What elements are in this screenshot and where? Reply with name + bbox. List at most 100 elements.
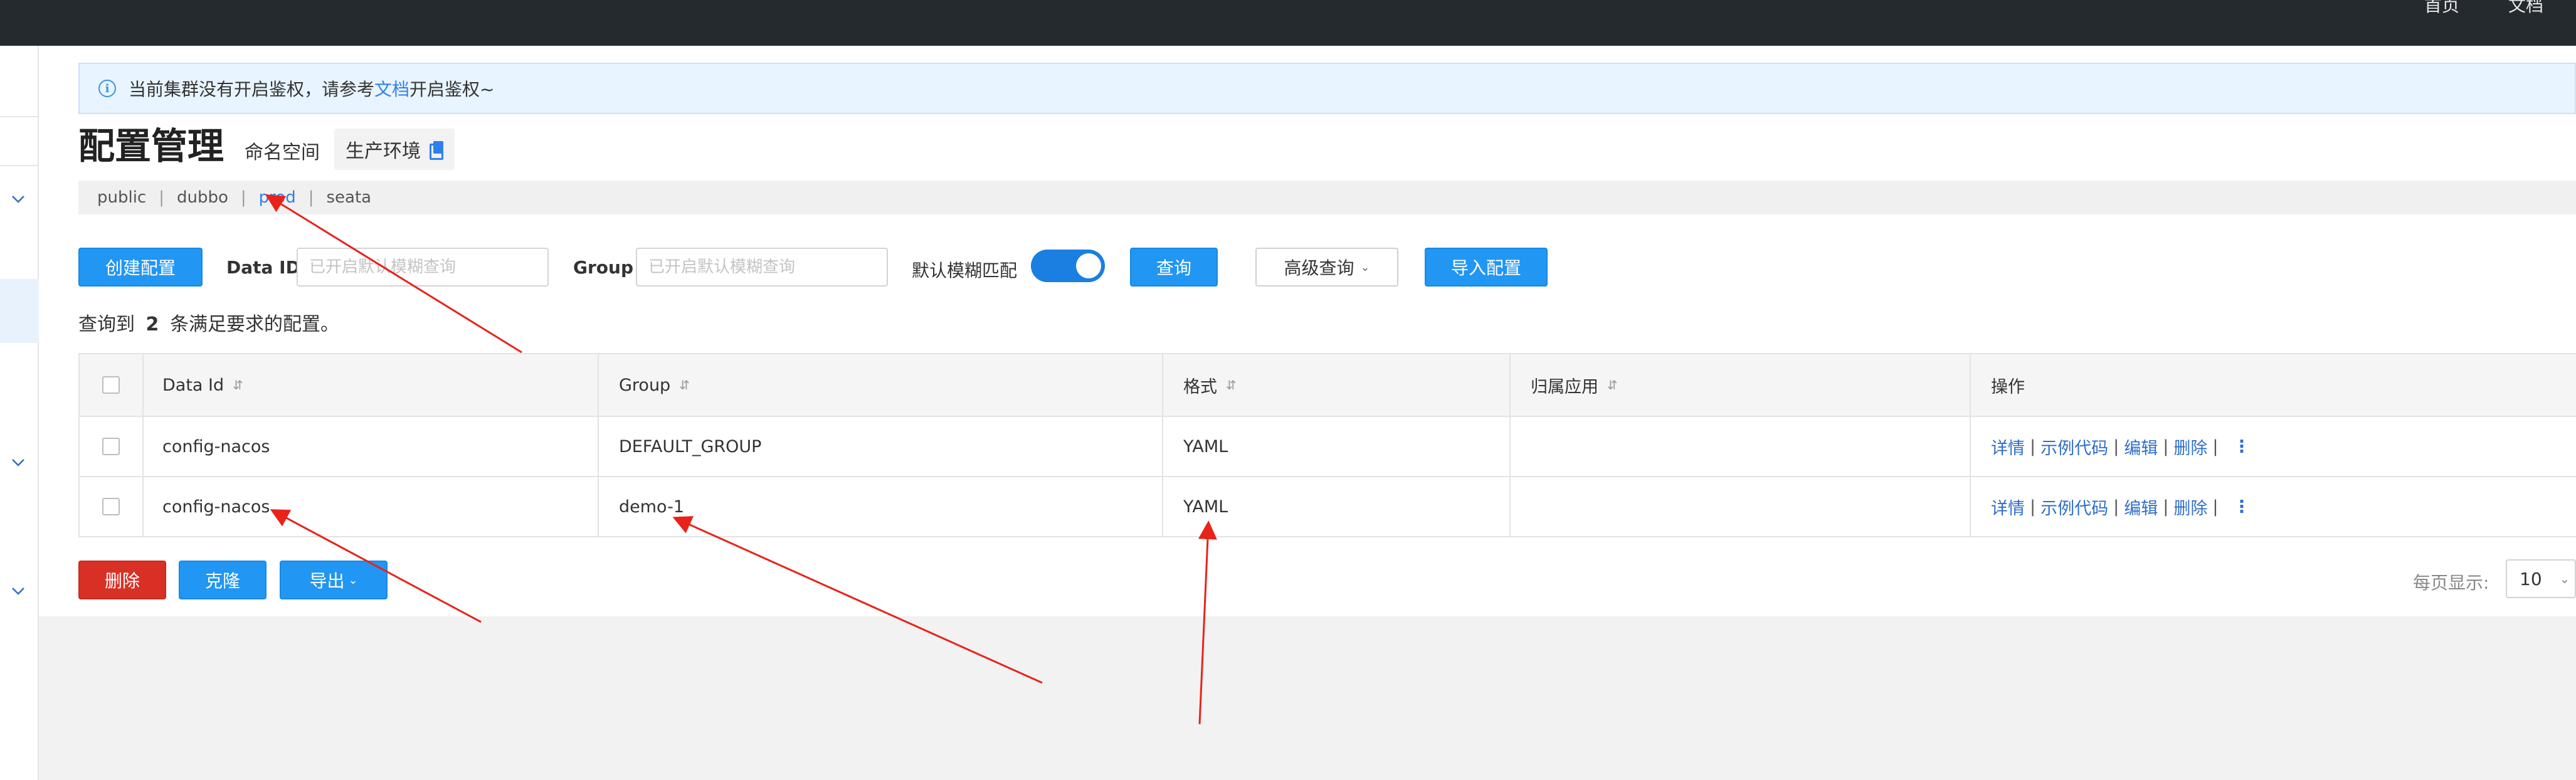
row-checkbox[interactable] — [102, 438, 120, 455]
export-button[interactable]: 导出 ⌄ — [280, 561, 388, 599]
row-select-cell — [80, 477, 144, 536]
column-label: 归属应用 — [1531, 377, 1598, 397]
query-button[interactable]: 查询 — [1130, 248, 1218, 287]
auth-notice: i 当前集群没有开启鉴权，请参考 文档 开启鉴权~ — [78, 63, 2576, 114]
batch-delete-button[interactable]: 删除 — [78, 561, 166, 599]
group-label: Group — [573, 257, 634, 278]
clone-button[interactable]: 克隆 — [179, 561, 267, 599]
delete-link[interactable]: 删除 — [2173, 435, 2207, 459]
action-separator: | — [2212, 497, 2219, 517]
page-size-value: 10 — [2520, 568, 2542, 589]
page-size-select[interactable]: 10 ⌄ — [2506, 559, 2576, 598]
namespace-chip: 生产环境 — [334, 129, 455, 170]
cell-dataid: config-nacos — [144, 417, 599, 476]
column-header-dataid[interactable]: Data Id ⇵ — [144, 354, 599, 416]
column-header-format[interactable]: 格式 ⇵ — [1163, 354, 1511, 416]
export-label: 导出 — [309, 571, 345, 591]
column-header-app[interactable]: 归属应用 ⇵ — [1511, 354, 1971, 416]
info-circle-icon: i — [98, 80, 116, 97]
create-config-button[interactable]: 创建配置 — [78, 248, 203, 287]
detail-link[interactable]: 详情 — [1991, 495, 2025, 519]
row-select-cell — [80, 417, 144, 476]
namespace-sep: | — [308, 188, 314, 207]
action-separator: | — [2163, 436, 2169, 456]
cell-group: DEFAULT_GROUP — [599, 417, 1163, 476]
result-suffix: 条满足要求的配置。 — [169, 314, 339, 335]
sample-code-link[interactable]: 示例代码 — [2040, 495, 2108, 519]
top-navbar: 首页 文档 — [0, 0, 2576, 46]
cell-app — [1511, 477, 1971, 536]
notice-text-tail: 开启鉴权~ — [409, 79, 495, 100]
fuzzy-match-toggle[interactable] — [1031, 250, 1105, 282]
column-label: 操作 — [1991, 377, 2025, 397]
column-label: Data Id — [162, 375, 224, 395]
more-vertical-icon[interactable]: ⋮ — [2233, 497, 2250, 517]
chevron-down-icon: ⌄ — [348, 573, 358, 587]
cell-actions: 详情 | 示例代码 | 编辑 | 删除 | ⋮ — [1971, 417, 2576, 476]
import-config-button[interactable]: 导入配置 — [1425, 248, 1548, 287]
namespace-sep: | — [159, 188, 164, 207]
table-row: config-nacos DEFAULT_GROUP YAML 详情 | 示例代… — [80, 417, 2576, 477]
detail-link[interactable]: 详情 — [1991, 435, 2025, 459]
column-label: 格式 — [1183, 377, 1217, 397]
dataid-label: Data ID — [226, 257, 300, 278]
row-checkbox[interactable] — [102, 498, 120, 515]
sort-icon[interactable]: ⇵ — [233, 377, 243, 393]
action-separator: | — [2163, 497, 2169, 517]
group-search-input[interactable] — [636, 248, 888, 287]
toggle-knob — [1076, 253, 1101, 278]
cell-actions: 详情 | 示例代码 | 编辑 | 删除 | ⋮ — [1971, 477, 2576, 536]
sort-icon[interactable]: ⇵ — [1226, 377, 1237, 393]
chevron-down-icon: ⌄ — [1360, 260, 1370, 274]
action-separator: | — [2113, 497, 2119, 517]
namespace-sep: | — [240, 188, 246, 207]
fuzzy-match-label: 默认模糊匹配 — [912, 260, 1018, 281]
sort-icon[interactable]: ⇵ — [1607, 377, 1618, 393]
namespace-bar: public | dubbo | prod | seata — [78, 181, 2576, 214]
result-prefix: 查询到 — [78, 314, 135, 335]
cell-format: YAML — [1163, 417, 1511, 476]
table-header-row: Data Id ⇵ Group ⇵ 格式 ⇵ 归属应用 ⇵ 操作 — [80, 354, 2576, 417]
edit-link[interactable]: 编辑 — [2124, 495, 2158, 519]
namespace-prod[interactable]: prod — [259, 188, 296, 207]
result-summary: 查询到 2 条满足要求的配置。 — [78, 308, 339, 336]
advanced-query-label: 高级查询 — [1284, 258, 1354, 278]
cell-app — [1511, 417, 1971, 476]
copy-icon[interactable] — [430, 141, 443, 160]
column-header-actions: 操作 — [1971, 354, 2576, 416]
edit-link[interactable]: 编辑 — [2124, 435, 2158, 459]
page-title: 配置管理 — [78, 125, 224, 167]
result-count: 2 — [145, 314, 159, 335]
config-table: Data Id ⇵ Group ⇵ 格式 ⇵ 归属应用 ⇵ 操作 config-naco… — [78, 353, 2576, 537]
cell-dataid: config-nacos — [144, 477, 599, 536]
select-all-cell — [80, 354, 144, 416]
nav-docs-link[interactable]: 文档 — [2508, 0, 2543, 14]
notice-text: 当前集群没有开启鉴权，请参考 — [129, 79, 375, 100]
delete-link[interactable]: 删除 — [2173, 495, 2207, 519]
page-size-label: 每页显示: — [2413, 572, 2489, 593]
chevron-down-icon[interactable] — [9, 582, 28, 601]
namespace-dubbo[interactable]: dubbo — [177, 188, 228, 207]
action-separator: | — [2030, 497, 2036, 517]
advanced-query-button[interactable]: 高级查询 ⌄ — [1255, 248, 1398, 287]
namespace-value: 生产环境 — [346, 140, 421, 162]
notice-docs-link[interactable]: 文档 — [374, 76, 409, 101]
sidebar-divider — [0, 116, 39, 117]
more-vertical-icon[interactable]: ⋮ — [2233, 437, 2250, 456]
sidebar — [0, 46, 39, 780]
nav-home-link[interactable]: 首页 — [2424, 0, 2459, 14]
sort-icon[interactable]: ⇵ — [679, 377, 690, 393]
column-header-group[interactable]: Group ⇵ — [599, 354, 1163, 416]
namespace-public[interactable]: public — [97, 188, 146, 207]
action-separator: | — [2030, 436, 2036, 456]
select-all-checkbox[interactable] — [102, 376, 120, 394]
cell-format: YAML — [1163, 477, 1511, 536]
chevron-down-icon: ⌄ — [2559, 571, 2570, 586]
sidebar-item-active[interactable] — [0, 279, 39, 343]
chevron-down-icon[interactable] — [9, 453, 28, 472]
sidebar-divider — [0, 165, 39, 166]
sample-code-link[interactable]: 示例代码 — [2040, 435, 2108, 459]
chevron-down-icon[interactable] — [9, 190, 28, 209]
dataid-search-input[interactable] — [297, 248, 549, 287]
namespace-seata[interactable]: seata — [326, 188, 371, 207]
